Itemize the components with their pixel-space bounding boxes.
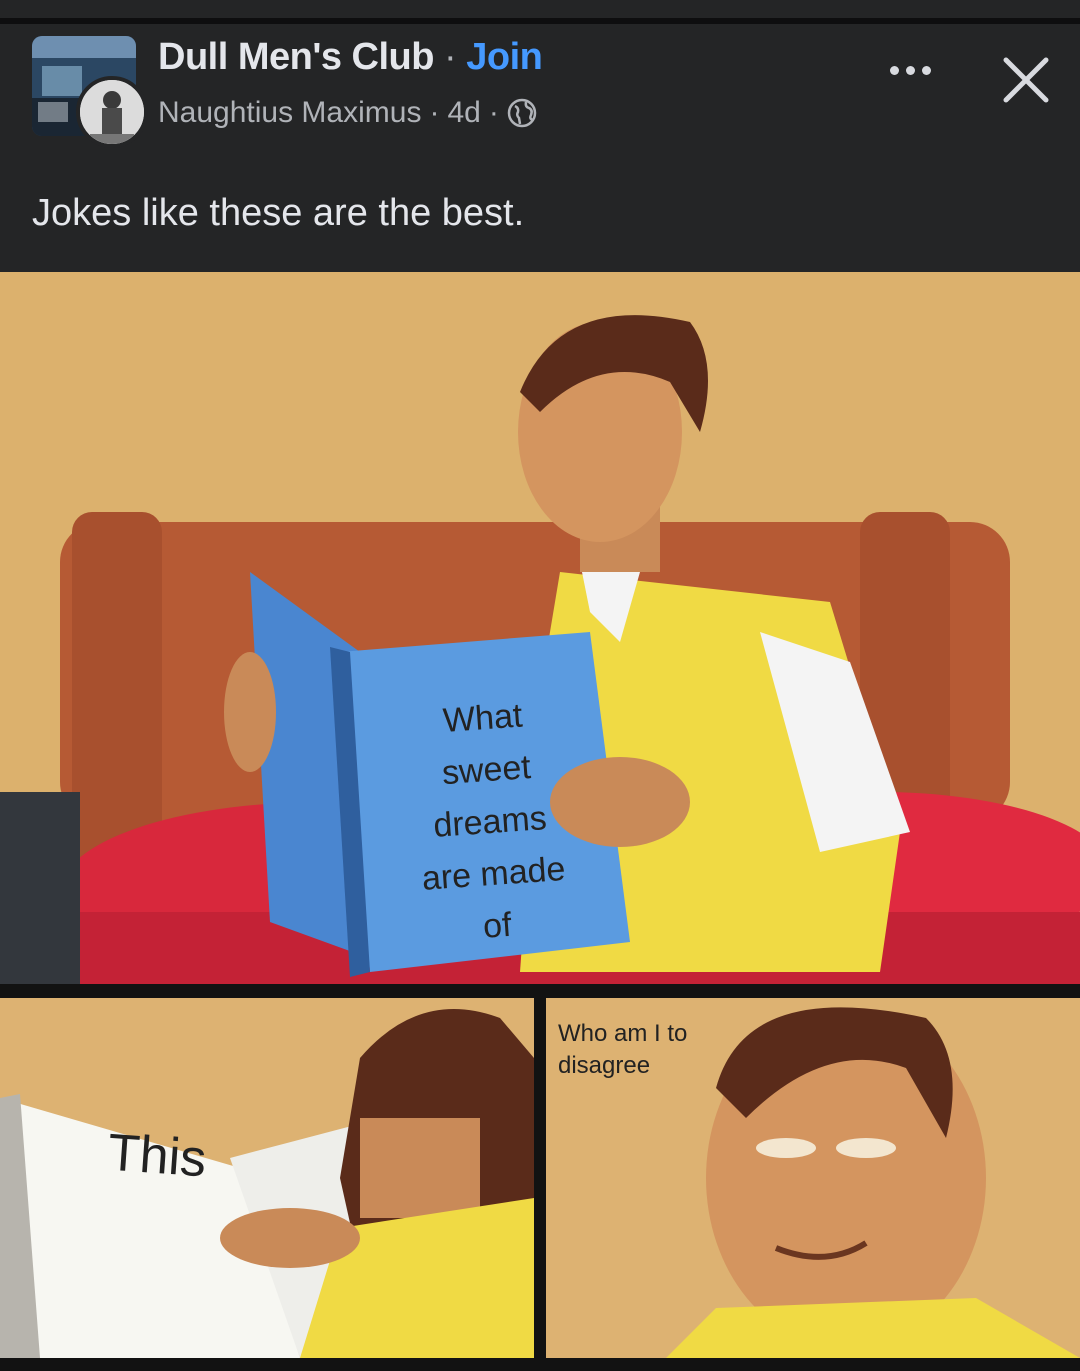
meme-panel-face: Who am I to disagree: [546, 998, 1080, 1358]
meme-image[interactable]: What sweet dreams are made of This Who a…: [0, 272, 1080, 1371]
meme-panel-pointing: This: [0, 998, 534, 1358]
more-options-icon[interactable]: [880, 50, 940, 90]
globe-icon: [507, 98, 537, 128]
user-avatar[interactable]: [76, 76, 148, 148]
book-page-text: This: [106, 1123, 209, 1189]
join-button[interactable]: Join: [466, 36, 543, 78]
post-time[interactable]: 4d: [447, 96, 480, 130]
separator: ·: [444, 36, 457, 78]
separator: ·: [429, 96, 440, 129]
face-panel-line: disagree: [558, 1052, 651, 1079]
book-text: What sweet dreams are made of: [371, 685, 609, 960]
status-bar-strip: [0, 0, 1080, 18]
post-caption: Jokes like these are the best.: [32, 192, 525, 234]
meme-panel-reading: What sweet dreams are made of: [0, 272, 1080, 984]
face-panel-line: Who am I to: [558, 1020, 688, 1047]
separator: ·: [488, 96, 499, 129]
post-meta: Naughtius Maximus · 4d ·: [158, 96, 537, 130]
author-name[interactable]: Naughtius Maximus: [158, 96, 421, 130]
face-panel-text: Who am I to disagree: [558, 1018, 687, 1082]
group-name-line: Dull Men's Club · Join: [158, 36, 543, 79]
group-name[interactable]: Dull Men's Club: [158, 36, 434, 78]
close-icon[interactable]: [998, 52, 1054, 108]
